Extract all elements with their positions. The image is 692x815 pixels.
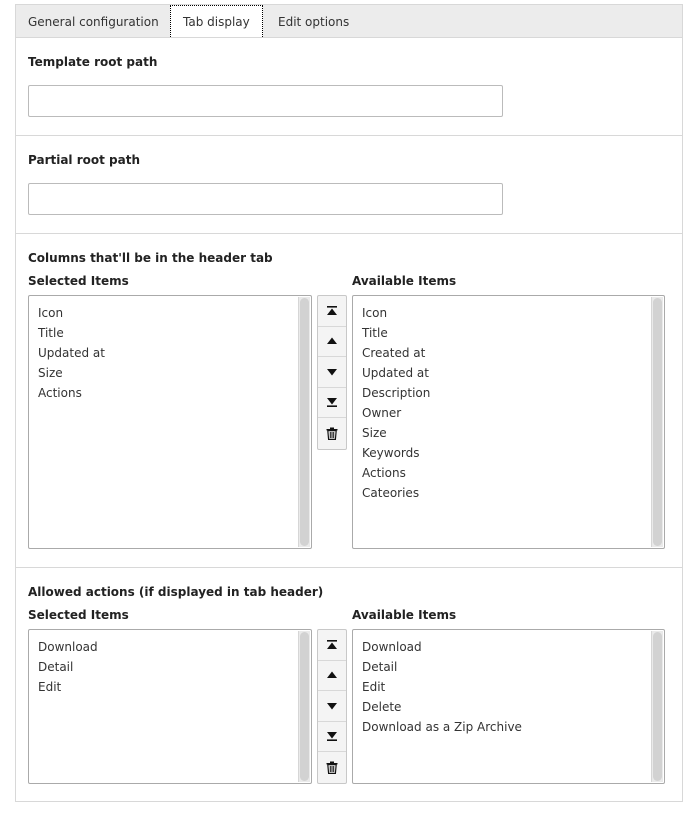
list-item[interactable]: Download — [38, 637, 98, 657]
move-up-icon — [327, 337, 337, 345]
list-item[interactable]: Description — [362, 383, 430, 403]
list-item[interactable]: Edit — [362, 677, 522, 697]
actions-move-buttons — [317, 629, 347, 784]
actions-selected-label: Selected Items — [28, 608, 129, 622]
columns-section: Columns that'll be in the header tab Sel… — [16, 234, 682, 568]
move-to-top-button[interactable] — [318, 630, 346, 661]
list-item[interactable]: Owner — [362, 403, 430, 423]
list-item[interactable]: Download as a Zip Archive — [362, 717, 522, 737]
move-to-bottom-icon — [327, 398, 337, 408]
move-to-bottom-icon — [327, 732, 337, 742]
scroll-thumb[interactable] — [653, 632, 662, 781]
columns-label: Columns that'll be in the header tab — [28, 251, 273, 265]
list-item[interactable]: Icon — [38, 303, 105, 323]
list-item[interactable]: Title — [362, 323, 430, 343]
template-root-label: Template root path — [28, 55, 158, 69]
list-item[interactable]: Actions — [38, 383, 105, 403]
columns-selected-label: Selected Items — [28, 274, 129, 288]
move-up-button[interactable] — [318, 327, 346, 357]
list-item[interactable]: Actions — [362, 463, 430, 483]
scroll-thumb[interactable] — [300, 298, 309, 546]
list-item[interactable]: Icon — [362, 303, 430, 323]
move-to-bottom-button[interactable] — [318, 722, 346, 752]
scroll-thumb[interactable] — [300, 632, 309, 781]
list-item[interactable]: Title — [38, 323, 105, 343]
move-up-button[interactable] — [318, 661, 346, 691]
move-to-top-icon — [327, 639, 337, 649]
list-item[interactable]: Size — [362, 423, 430, 443]
list-item[interactable]: Created at — [362, 343, 430, 363]
template-root-input[interactable] — [28, 85, 503, 117]
list-item[interactable]: Detail — [362, 657, 522, 677]
trash-icon — [326, 761, 338, 774]
actions-selected-list[interactable]: Download Detail Edit — [28, 629, 312, 784]
move-up-icon — [327, 671, 337, 679]
list-item[interactable]: Delete — [362, 697, 522, 717]
list-item[interactable]: Updated at — [362, 363, 430, 383]
columns-move-buttons — [317, 295, 347, 450]
actions-available-list[interactable]: Download Detail Edit Delete Download as … — [352, 629, 665, 784]
list-item[interactable]: Detail — [38, 657, 98, 677]
list-item[interactable]: Keywords — [362, 443, 430, 463]
tab-panel: Template root path Partial root path Col… — [15, 37, 683, 802]
move-to-bottom-button[interactable] — [318, 388, 346, 418]
columns-selected-list[interactable]: Icon Title Updated at Size Actions — [28, 295, 312, 549]
remove-button[interactable] — [318, 752, 346, 783]
list-item[interactable]: Edit — [38, 677, 98, 697]
columns-available-label: Available Items — [352, 274, 457, 288]
list-item[interactable]: Cateories — [362, 483, 430, 503]
scrollbar[interactable] — [651, 297, 663, 547]
tab-edit-options[interactable]: Edit options — [266, 5, 361, 39]
tab-bar: General configuration Tab display Edit o… — [15, 4, 683, 39]
partial-root-label: Partial root path — [28, 153, 141, 167]
list-item[interactable]: Download — [362, 637, 522, 657]
scrollbar[interactable] — [651, 631, 663, 782]
scrollbar[interactable] — [298, 631, 310, 782]
move-to-top-icon — [327, 305, 337, 315]
actions-available-label: Available Items — [352, 608, 457, 622]
tab-general-configuration[interactable]: General configuration — [16, 5, 171, 39]
move-down-icon — [327, 368, 337, 376]
remove-button[interactable] — [318, 418, 346, 449]
partial-root-section: Partial root path — [16, 136, 682, 234]
move-down-icon — [327, 702, 337, 710]
scroll-thumb[interactable] — [653, 298, 662, 546]
move-down-button[interactable] — [318, 357, 346, 388]
move-down-button[interactable] — [318, 691, 346, 722]
trash-icon — [326, 427, 338, 440]
columns-available-list[interactable]: Icon Title Created at Updated at Descrip… — [352, 295, 665, 549]
actions-label: Allowed actions (if displayed in tab hea… — [28, 585, 324, 599]
tab-tab-display[interactable]: Tab display — [170, 5, 263, 39]
list-item[interactable]: Size — [38, 363, 105, 383]
actions-section: Allowed actions (if displayed in tab hea… — [16, 568, 682, 801]
partial-root-input[interactable] — [28, 183, 503, 215]
list-item[interactable]: Updated at — [38, 343, 105, 363]
template-root-section: Template root path — [16, 38, 682, 136]
scrollbar[interactable] — [298, 297, 310, 547]
move-to-top-button[interactable] — [318, 296, 346, 327]
